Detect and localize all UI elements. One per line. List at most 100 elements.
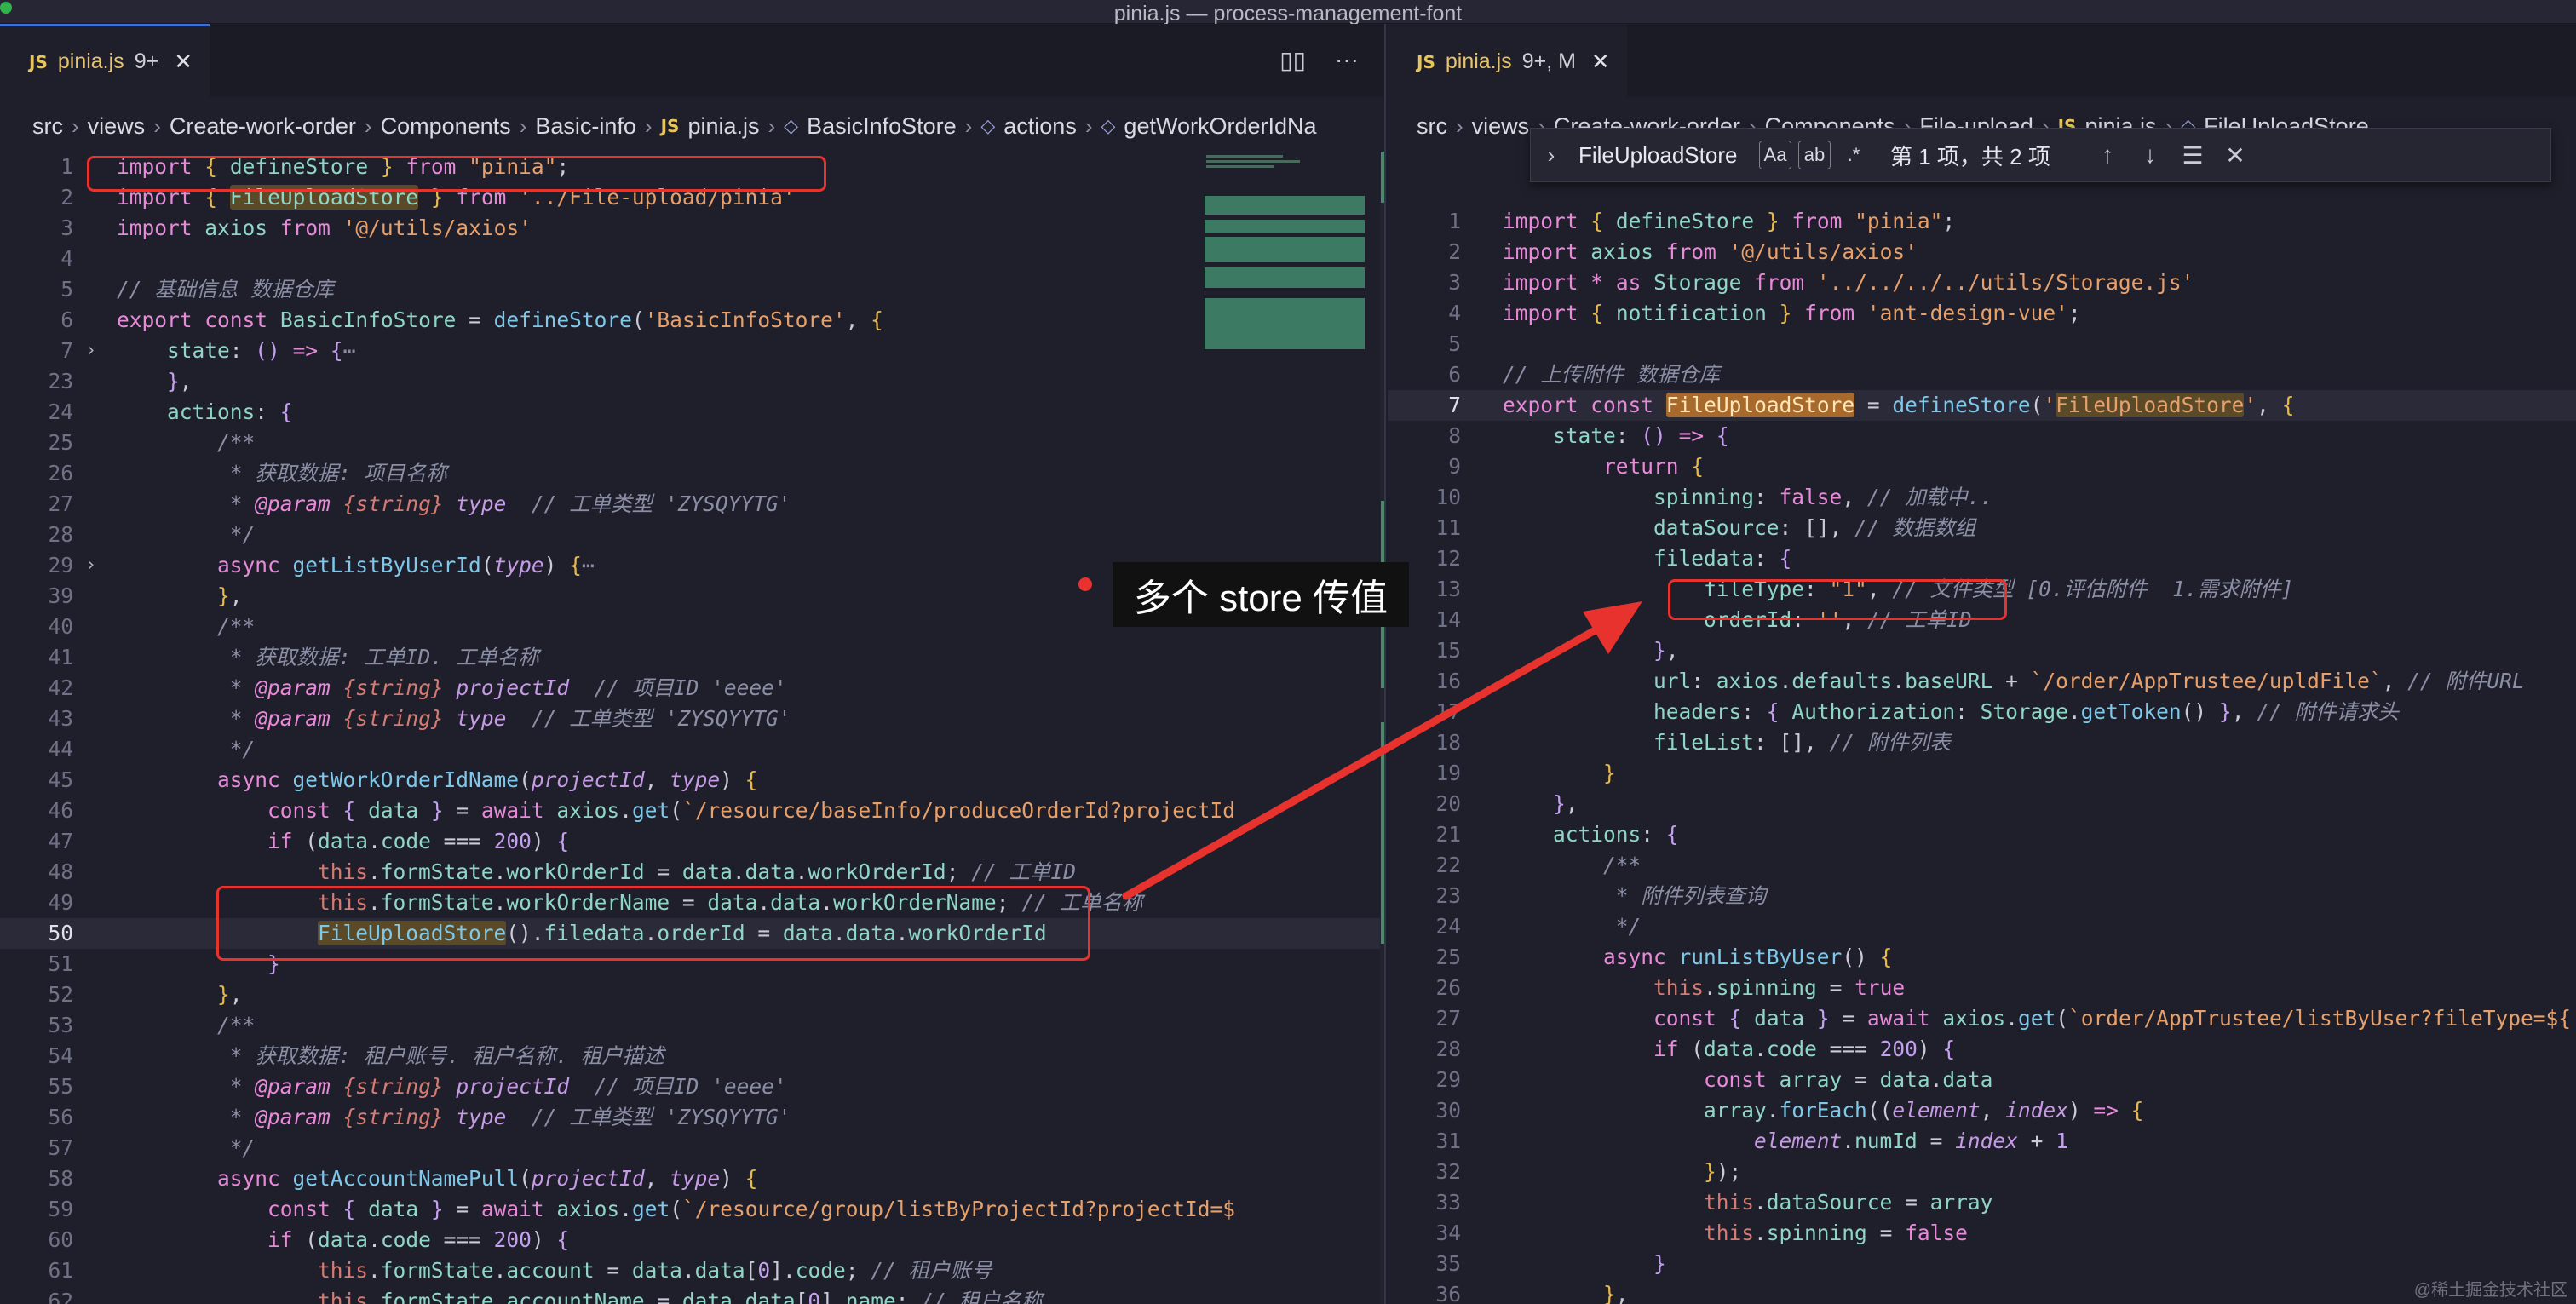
code-line[interactable]: 22 /** [1388, 850, 2576, 881]
breadcrumb-item[interactable]: BasicInfoStore [807, 113, 957, 140]
breadcrumb-item[interactable]: Create-work-order [170, 113, 356, 140]
minimap[interactable] [1205, 152, 1365, 373]
close-icon[interactable]: ✕ [174, 49, 193, 75]
code-line[interactable]: 16 url: axios.defaults.baseURL + `/order… [1388, 666, 2576, 697]
code-line[interactable]: 30 array.forEach((element, index) => { [1388, 1095, 2576, 1126]
more-actions-icon[interactable]: ··· [1335, 46, 1359, 74]
breadcrumb-item[interactable]: views [1472, 113, 1530, 140]
code-line[interactable]: 5 [1388, 329, 2576, 359]
line-number: 2 [1448, 239, 1461, 264]
tab-pinia-js-left[interactable]: JS pinia.js 9+ ✕ [0, 24, 210, 97]
code-line[interactable]: 1 import { defineStore } from "pinia"; [1388, 206, 2576, 237]
code-line[interactable]: 11 dataSource: [], // 数据数组 [1388, 513, 2576, 543]
code-line[interactable]: 28 if (data.code === 200) { [1388, 1034, 2576, 1065]
breadcrumb-item[interactable]: src [1417, 113, 1447, 140]
code-line[interactable]: 46 const { data } = await axios.get(`/re… [0, 796, 1384, 826]
close-find-icon[interactable]: ✕ [2214, 141, 2257, 169]
code-line[interactable]: 17 headers: { Authorization: Storage.get… [1388, 697, 2576, 727]
code-line[interactable]: 7 › state: () => {⋯ [0, 336, 1384, 366]
previous-match-icon[interactable]: ↑ [2086, 141, 2129, 169]
code-line[interactable]: 34 this.spinning = false [1388, 1218, 2576, 1249]
whole-word-toggle[interactable]: ab [1798, 141, 1831, 169]
breadcrumb-item[interactable]: src [32, 113, 63, 140]
code-text: state: () => { [1553, 423, 1729, 448]
code-line[interactable]: 10 spinning: false, // 加载中.. [1388, 482, 2576, 513]
fold-chevron-icon[interactable]: › [85, 336, 96, 366]
code-line[interactable]: 61 this.formState.account = data.data[0]… [0, 1255, 1384, 1286]
code-line[interactable]: 24 */ [1388, 911, 2576, 942]
code-line[interactable]: 3 import * as Storage from '../../../../u… [1388, 267, 2576, 298]
code-line[interactable]: 24 actions: { [0, 397, 1384, 428]
code-line[interactable]: 31 element.numId = index + 1 [1388, 1126, 2576, 1157]
toggle-replace-icon[interactable]: › [1531, 142, 1572, 169]
code-line[interactable]: 55 * @param {string} projectId // 项目ID '… [0, 1071, 1384, 1102]
code-line[interactable]: 36 }, [1388, 1279, 2576, 1304]
code-line[interactable]: 26 this.spinning = true [1388, 973, 2576, 1003]
code-line[interactable]: 23 * 附件列表查询 [1388, 881, 2576, 911]
code-editor-right[interactable]: 1 import { defineStore } from "pinia"; 2 im… [1388, 206, 2576, 1304]
code-line[interactable]: 6 export const BasicInfoStore = defineSto… [0, 305, 1384, 336]
code-line[interactable]: 4 [0, 244, 1384, 274]
code-line[interactable]: 62 this.formState.accountName = data.dat… [0, 1286, 1384, 1304]
code-line[interactable]: 25 /** [0, 428, 1384, 458]
code-line[interactable]: 3 import axios from '@/utils/axios' [0, 213, 1384, 244]
find-in-selection-icon[interactable]: ☰ [2171, 141, 2214, 169]
code-line[interactable]: 25 async runListByUser() { [1388, 942, 2576, 973]
code-line[interactable]: 58 async getAccountNamePull(projectId, t… [0, 1163, 1384, 1194]
find-input[interactable]: FileUploadStore [1572, 142, 1759, 169]
tab-pinia-js-right[interactable]: JS pinia.js 9+, M ✕ [1388, 24, 1627, 97]
code-line[interactable]: 45 async getWorkOrderIdName(projectId, t… [0, 765, 1384, 796]
regex-toggle[interactable]: .* [1837, 141, 1870, 169]
code-line[interactable]: 12 filedata: { [1388, 543, 2576, 574]
code-line[interactable]: 44 */ [0, 734, 1384, 765]
line-number: 22 [1435, 853, 1461, 877]
code-text: import { notification } from 'ant-design… [1503, 301, 2081, 325]
code-line[interactable]: 26 * 获取数据: 项目名称 [0, 458, 1384, 489]
breadcrumb-item[interactable]: views [88, 113, 146, 140]
code-line[interactable]: 42 * @param {string} projectId // 项目ID '… [0, 673, 1384, 704]
breadcrumb-item[interactable]: Components [381, 113, 511, 140]
code-line[interactable]: 57 */ [0, 1133, 1384, 1163]
code-line[interactable]: 60 if (data.code === 200) { [0, 1225, 1384, 1255]
code-line[interactable]: 47 if (data.code === 200) { [0, 826, 1384, 857]
breadcrumb-item[interactable]: Basic-info [535, 113, 636, 140]
code-line[interactable]: 27 * @param {string} type // 工单类型 'ZYSQY… [0, 489, 1384, 520]
line-number: 25 [48, 430, 73, 455]
code-line[interactable]: 28 */ [0, 520, 1384, 550]
code-line[interactable]: 7 export const FileUploadStore = defineSt… [1388, 390, 2576, 421]
code-line[interactable]: 35 } [1388, 1249, 2576, 1279]
code-line[interactable]: 33 this.dataSource = array [1388, 1187, 2576, 1218]
code-line[interactable]: 4 import { notification } from 'ant-desig… [1388, 298, 2576, 329]
code-line[interactable]: 54 * 获取数据: 租户账号. 租户名称. 租户描述 [0, 1041, 1384, 1071]
code-line[interactable]: 2 import axios from '@/utils/axios' [1388, 237, 2576, 267]
code-line[interactable]: 18 fileList: [], // 附件列表 [1388, 727, 2576, 758]
code-line[interactable]: 21 actions: { [1388, 819, 2576, 850]
code-line[interactable]: 27 const { data } = await axios.get(`ord… [1388, 1003, 2576, 1034]
fold-chevron-icon[interactable]: › [85, 550, 96, 581]
next-match-icon[interactable]: ↓ [2129, 141, 2171, 169]
code-line[interactable]: 29 const array = data.data [1388, 1065, 2576, 1095]
code-line[interactable]: 41 * 获取数据: 工单ID. 工单名称 [0, 642, 1384, 673]
code-line[interactable]: 52 }, [0, 979, 1384, 1010]
breadcrumb-item[interactable]: getWorkOrderIdNa [1124, 113, 1316, 140]
code-line[interactable]: 32 }); [1388, 1157, 2576, 1187]
match-case-toggle[interactable]: Aa [1759, 141, 1791, 169]
code-line[interactable]: 6 // 上传附件 数据仓库 [1388, 359, 2576, 390]
code-line[interactable]: 9 return { [1388, 451, 2576, 482]
code-line[interactable]: 8 state: () => { [1388, 421, 2576, 451]
breadcrumb-item[interactable]: pinia.js [687, 113, 759, 140]
code-line[interactable]: 15 }, [1388, 635, 2576, 666]
code-line[interactable]: 19 } [1388, 758, 2576, 789]
code-editor-left[interactable]: 1 import { defineStore } from "pinia"; 2 im… [0, 152, 1384, 1304]
code-line[interactable]: 43 * @param {string} type // 工单类型 'ZYSQY… [0, 704, 1384, 734]
code-line[interactable]: 20 }, [1388, 789, 2576, 819]
breadcrumb-item[interactable]: actions [1003, 113, 1077, 140]
code-line[interactable]: 48 this.formState.workOrderId = data.dat… [0, 857, 1384, 888]
code-line[interactable]: 56 * @param {string} type // 工单类型 'ZYSQY… [0, 1102, 1384, 1133]
code-line[interactable]: 23 }, [0, 366, 1384, 397]
close-icon[interactable]: ✕ [1591, 49, 1610, 75]
code-line[interactable]: 53 /** [0, 1010, 1384, 1041]
code-line[interactable]: 5 // 基础信息 数据仓库 [0, 274, 1384, 305]
split-editor-icon[interactable]: ▯▯ [1279, 46, 1306, 74]
code-line[interactable]: 59 const { data } = await axios.get(`/re… [0, 1194, 1384, 1225]
